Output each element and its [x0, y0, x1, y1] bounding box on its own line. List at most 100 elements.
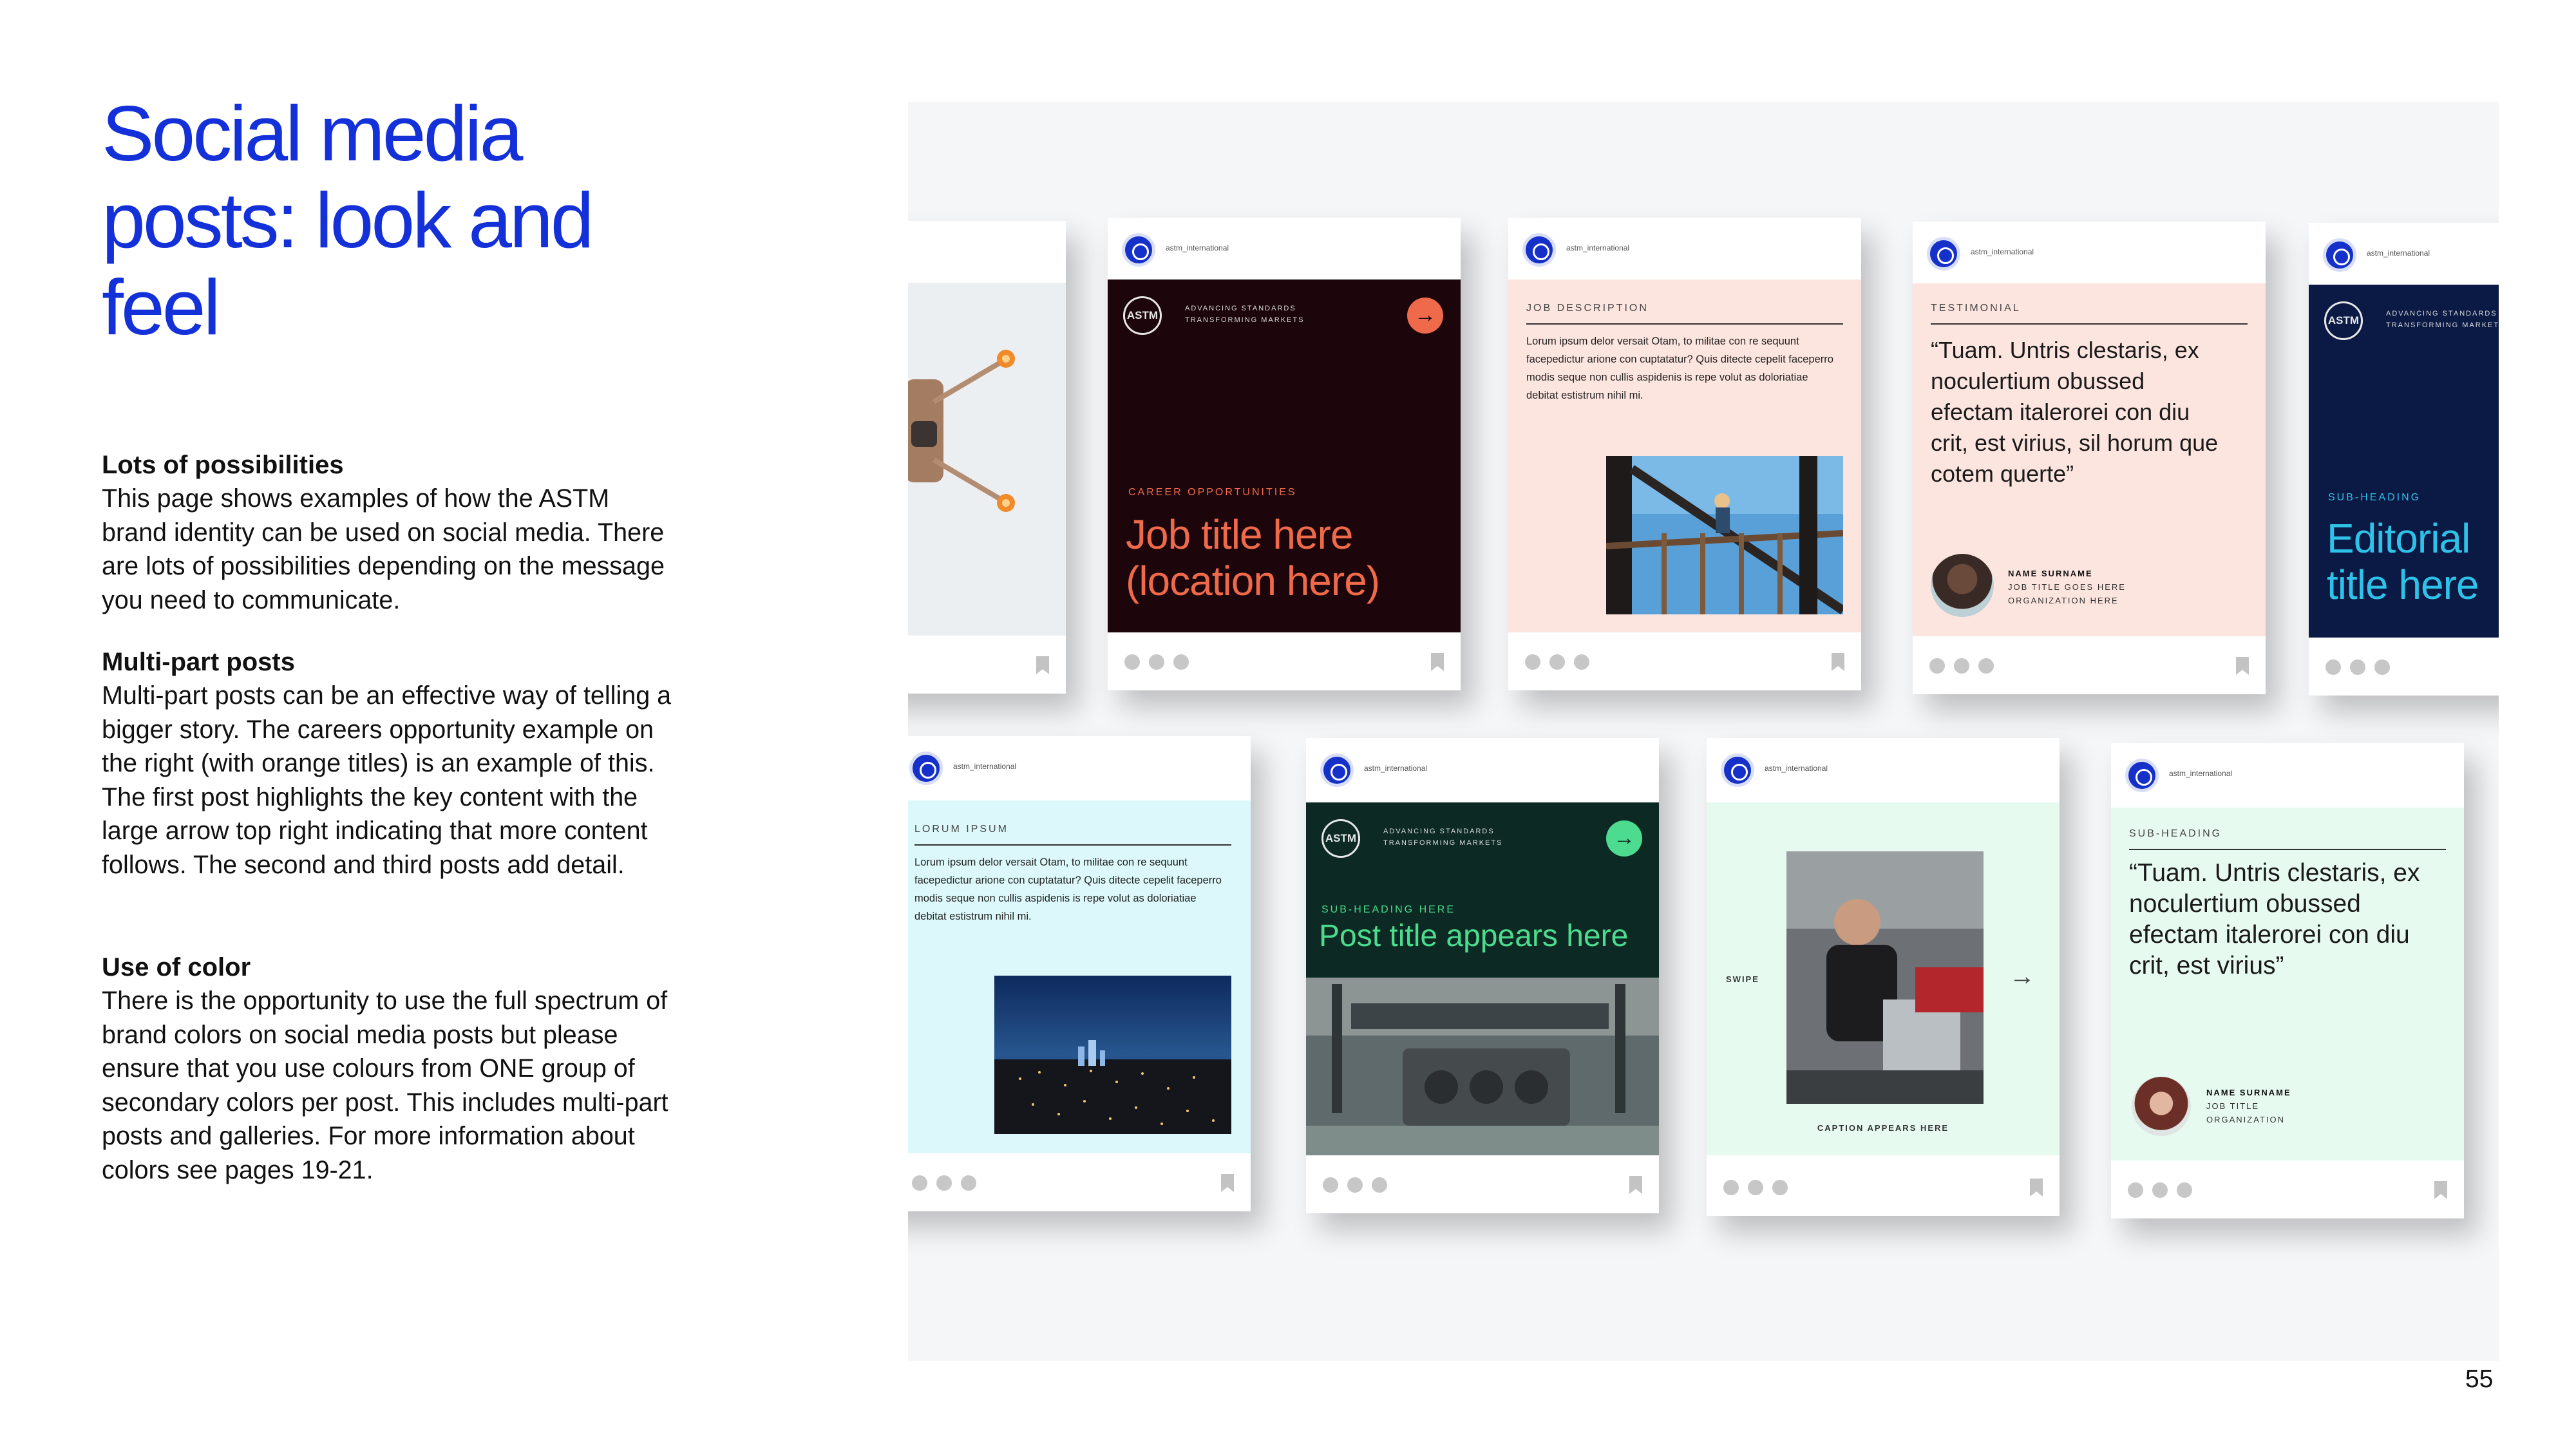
person-avatar	[2132, 1077, 2191, 1136]
construction-photo	[1606, 456, 1843, 614]
post-footer	[2111, 1163, 2464, 1218]
section-text: Multi-part posts can be an effective way…	[102, 681, 672, 879]
astm-logo-mark: ASTM	[1321, 819, 1360, 858]
bookmark-icon[interactable]	[1629, 1176, 1642, 1194]
bookmark-icon[interactable]	[1832, 653, 1844, 671]
post-kicker: TESTIMONIAL	[1931, 303, 2021, 314]
drone-image	[908, 283, 1066, 636]
next-arrow-icon[interactable]: →	[1407, 298, 1443, 334]
post-footer	[908, 638, 1066, 694]
divider	[914, 844, 1231, 846]
section-heading: Use of color	[102, 953, 251, 981]
bookmark-icon[interactable]	[2434, 1181, 2447, 1199]
brand-line: TRANSFORMING MARKETS	[2386, 321, 2499, 329]
swipe-arrow-icon[interactable]: →	[2009, 962, 2035, 991]
person-name: NAME SURNAME	[2206, 1088, 2291, 1097]
post-kicker: SUB-HEADING HERE	[1321, 904, 1456, 915]
post-card-swipe: astm_international SWIPE → CAPTION APPEA…	[1707, 738, 2060, 1216]
post-header	[908, 221, 1066, 283]
next-arrow-icon[interactable]: →	[1606, 820, 1642, 857]
astm-avatar-icon	[1927, 237, 1960, 270]
post-card-career: astm_international ASTM ADVANCING STANDA…	[1108, 218, 1461, 690]
social-posts-showcase: astm_international ASTM ADVANCING STANDA…	[908, 102, 2499, 1361]
testimonial-quote: “Tuam. Untris clestaris, ex noculertium …	[1931, 337, 2219, 487]
post-body: ASTM ADVANCING STANDARDS TRANSFORMING MA…	[1108, 279, 1461, 632]
astm-avatar-icon	[2323, 238, 2356, 272]
brand-tagline: ADVANCING STANDARDS TRANSFORMING MARKETS	[1383, 826, 1502, 849]
section-multipart: Multi-part posts Multi-part posts can be…	[102, 645, 681, 882]
bookmark-icon[interactable]	[1221, 1174, 1234, 1192]
bookmark-icon[interactable]	[2236, 657, 2249, 675]
brand-tagline: ADVANCING STANDARDS TRANSFORMING MARKETS	[1185, 303, 1304, 326]
post-header: astm_international	[1108, 218, 1461, 279]
post-kicker: LORUM IPSUM	[914, 824, 1009, 835]
account-handle: astm_international	[1166, 243, 1229, 252]
person-role: JOB TITLE	[2206, 1101, 2260, 1111]
post-body: LORUM IPSUM Lorum ipsum delor versait Ot…	[908, 800, 1251, 1153]
post-kicker: JOB DESCRIPTION	[1526, 303, 1649, 314]
astm-avatar-icon	[1320, 753, 1354, 787]
post-footer	[1306, 1158, 1659, 1213]
bookmark-icon[interactable]	[2030, 1179, 2043, 1197]
account-handle: astm_international	[1765, 764, 1828, 773]
post-footer	[908, 1156, 1251, 1211]
carousel-dots-icon	[1525, 654, 1598, 673]
brand-line: TRANSFORMING MARKETS	[1383, 839, 1503, 847]
person-role: JOB TITLE GOES HERE	[2008, 582, 2126, 592]
bookmark-icon[interactable]	[1431, 653, 1444, 671]
post-footer	[1108, 635, 1461, 690]
post-card-post-title: astm_international ASTM ADVANCING STANDA…	[1306, 738, 1659, 1213]
post-header: astm_international	[2111, 743, 2464, 805]
post-card-drone	[908, 221, 1066, 694]
post-body: JOB DESCRIPTION Lorum ipsum delor versai…	[1508, 279, 1861, 632]
account-handle: astm_international	[1364, 764, 1428, 773]
post-body-text: Lorum ipsum delor versait Otam, to milit…	[1526, 336, 1833, 401]
person-avatar	[1931, 554, 1994, 617]
post-header: astm_international	[1508, 218, 1861, 279]
post-header: astm_international	[908, 736, 1251, 798]
account-handle: astm_international	[2169, 769, 2233, 778]
brand-line: ADVANCING STANDARDS	[1185, 305, 1296, 312]
post-title: Editorial title here	[2327, 515, 2479, 608]
post-card-testimonial: astm_international TESTIMONIAL “Tuam. Un…	[1913, 222, 2266, 694]
post-kicker: SUB-HEADING	[2328, 492, 2421, 503]
post-header: astm_international	[1306, 738, 1659, 800]
testimonial-quote: “Tuam. Untris clestaris, ex noculertium …	[2129, 859, 2420, 980]
post-title: Post title appears here	[1319, 919, 1629, 953]
person-org: ORGANIZATION	[2206, 1115, 2285, 1124]
carousel-dots-icon	[912, 1175, 985, 1194]
carousel-dots-icon	[2128, 1182, 2201, 1201]
post-body: SWIPE → CAPTION APPEARS HERE	[1707, 802, 2060, 1155]
account-handle: astm_international	[1971, 247, 2034, 256]
post-kicker: CAREER OPPORTUNITIES	[1128, 487, 1297, 498]
divider	[1526, 323, 1843, 325]
astm-logo-mark: ASTM	[2324, 301, 2363, 340]
person-details: NAME SURNAME JOB TITLE GOES HERE ORGANIZ…	[2008, 567, 2126, 607]
person-name: NAME SURNAME	[2008, 569, 2093, 578]
bookmark-icon[interactable]	[1036, 656, 1049, 674]
post-title: Job title here (location here)	[1126, 511, 1380, 604]
post-body: TESTIMONIAL “Tuam. Untris clestaris, ex …	[1913, 283, 2266, 636]
carousel-dots-icon	[1929, 658, 2003, 677]
post-card-editorial: astm_international ASTM ADVANCING STANDA…	[2309, 223, 2499, 696]
post-header: astm_international	[1707, 738, 2060, 800]
astm-avatar-icon	[2125, 759, 2159, 792]
brand-tagline: ADVANCING STANDARDS TRANSFORMING MARKETS	[2386, 308, 2499, 331]
divider	[2129, 849, 2446, 850]
section-text: This page shows examples of how the ASTM…	[102, 484, 665, 614]
divider	[1931, 323, 2248, 325]
carousel-dots-icon	[1323, 1177, 1396, 1196]
astm-avatar-icon	[1122, 233, 1155, 267]
post-card-testimonial-2: astm_international SUB-HEADING “Tuam. Un…	[2111, 743, 2464, 1218]
post-footer	[1707, 1160, 2060, 1216]
astm-avatar-icon	[1721, 753, 1754, 787]
astm-avatar-icon	[909, 752, 943, 785]
machinery-photo	[1306, 978, 1659, 1155]
post-card-lorum-ipsum: astm_international LORUM IPSUM Lorum ips…	[908, 736, 1251, 1211]
swipe-label: SWIPE	[1726, 974, 1759, 984]
post-body: ASTM ADVANCING STANDARDS TRANSFORMING MA…	[2309, 285, 2499, 638]
section-heading: Lots of possibilities	[102, 451, 344, 479]
astm-logo-mark: ASTM	[1123, 296, 1162, 335]
section-heading: Multi-part posts	[102, 648, 295, 676]
account-handle: astm_international	[953, 762, 1017, 771]
